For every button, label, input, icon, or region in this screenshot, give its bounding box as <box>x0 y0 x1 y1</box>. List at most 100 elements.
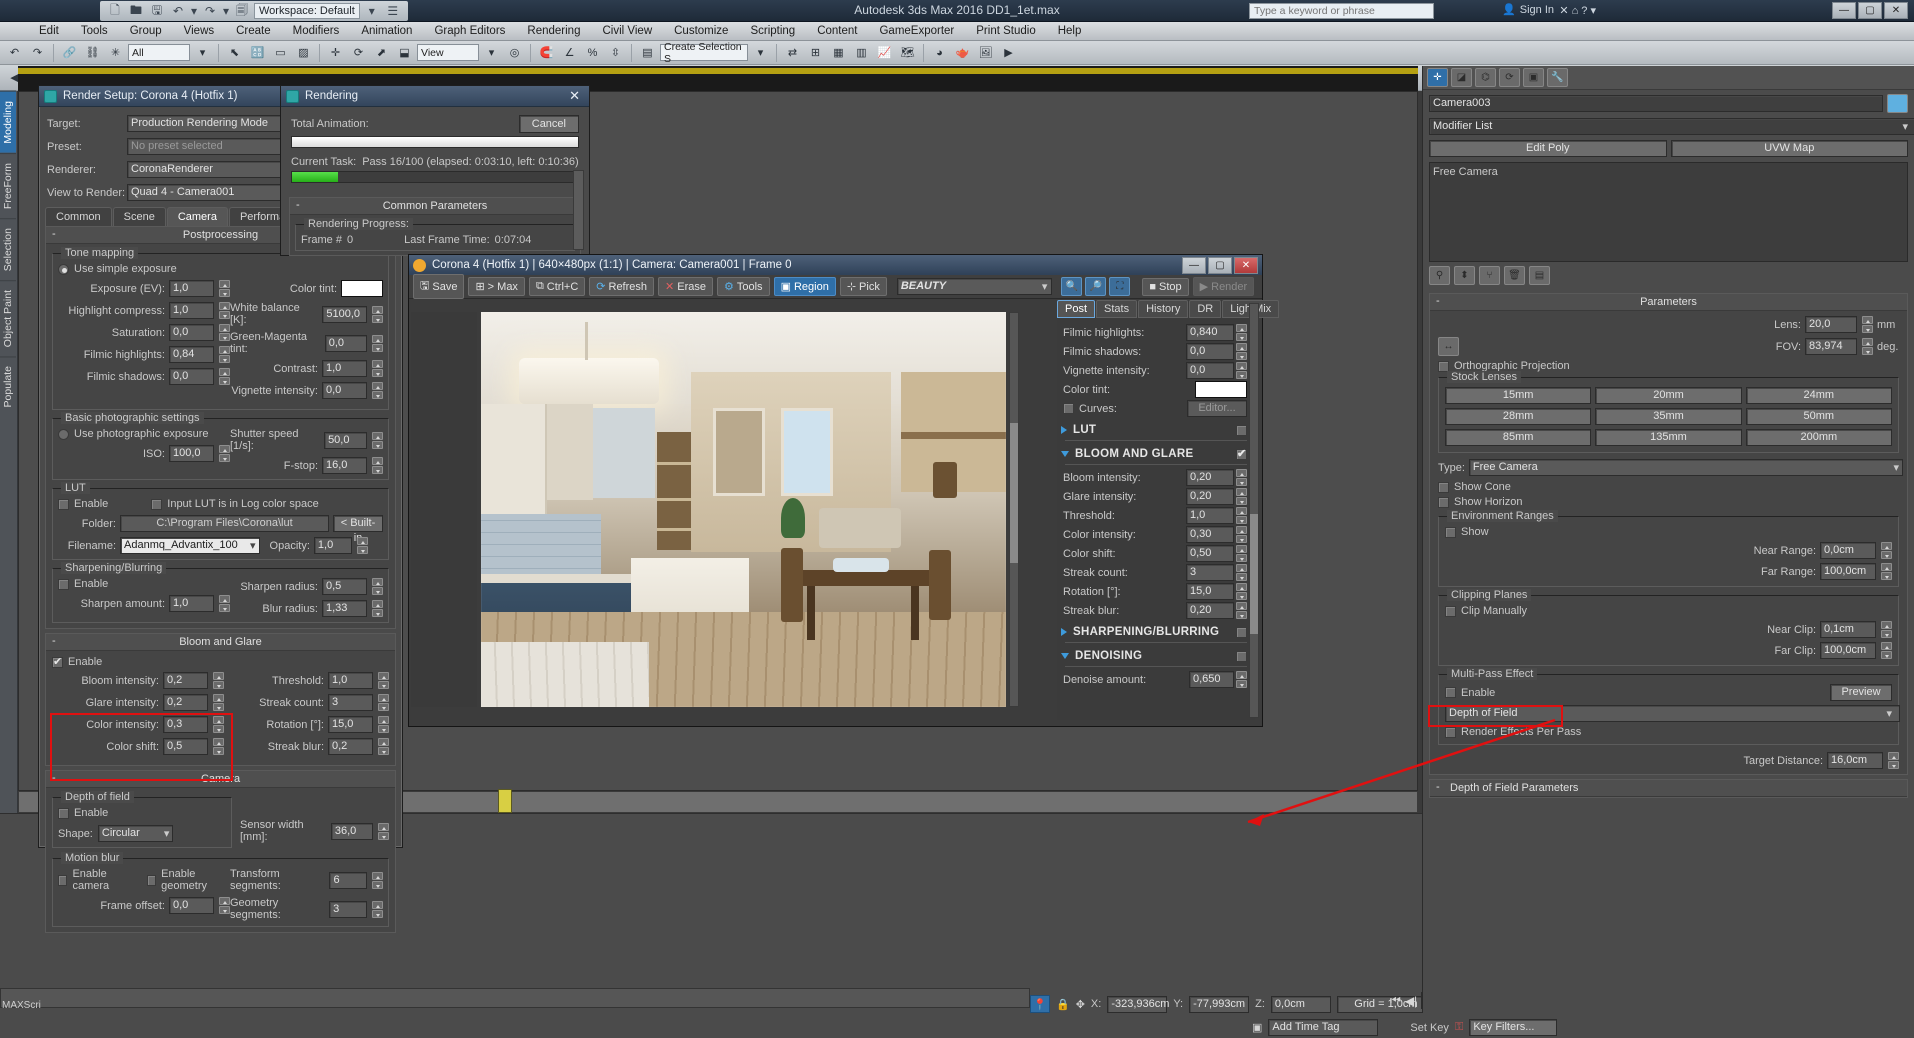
common-parameters-rollup[interactable]: - Common Parameters Rendering Progress: … <box>289 197 581 256</box>
project-folder-icon[interactable]: 🗐 <box>233 3 251 20</box>
env-show-checkbox[interactable] <box>1445 526 1456 538</box>
show-end-result-icon[interactable]: ⬍ <box>1454 266 1475 285</box>
vfb-titlebar[interactable]: Corona 4 (Hotfix 1) | 640×480px (1:1) | … <box>409 255 1262 275</box>
tm-filmic-highlights-spinner[interactable] <box>219 346 230 363</box>
lock-icon[interactable]: 🔒 <box>1056 998 1070 1011</box>
pin-stack-icon[interactable]: ⚲ <box>1429 266 1450 285</box>
sensor-width-field[interactable]: 36,0 <box>330 822 373 840</box>
vfb-lut-checkbox[interactable] <box>1236 424 1247 436</box>
sign-in-button[interactable]: 👤 Sign In <box>1502 3 1554 17</box>
collapse-icon[interactable]: - <box>52 228 56 240</box>
material-editor-icon[interactable]: ◕ <box>929 43 950 63</box>
far-range-spinner[interactable] <box>1881 563 1892 580</box>
vfb-copy-button[interactable]: ⧉ Ctrl+C <box>528 277 586 296</box>
named-selection-combo[interactable]: Create Selection S <box>660 41 748 65</box>
vfb-save-button[interactable]: 🖫 Save <box>413 274 465 299</box>
rotate-view-icon[interactable]: ▣ <box>1252 1021 1262 1034</box>
collapse-icon[interactable]: - <box>52 635 56 647</box>
near-clip-spinner[interactable] <box>1881 621 1892 638</box>
vfb-toolbar[interactable]: 🖫 Save ⊞ > Max ⧉ Ctrl+C ⟳ Refresh ✕ Eras… <box>409 274 1262 299</box>
menu-item-edit[interactable]: Edit <box>28 23 70 39</box>
mb-enable-geometry-checkbox[interactable] <box>146 874 157 886</box>
vfb-denoise-amount-spinner[interactable] <box>1236 671 1247 688</box>
vfb-lut-section-header[interactable]: LUT <box>1061 424 1255 436</box>
ribbon-toggle-icon[interactable]: ▥ <box>851 43 872 63</box>
bind-space-warp-icon[interactable]: ✳ <box>105 43 126 63</box>
undo-tool-icon[interactable]: ↶ <box>4 43 25 63</box>
bloom-glare-rollup-header[interactable]: - Bloom and Glare <box>46 634 395 651</box>
object-color-swatch[interactable] <box>1887 94 1908 113</box>
window-crossing-icon[interactable]: ▨ <box>293 43 314 63</box>
tm-green-magenta-tint-spinner[interactable] <box>372 334 383 352</box>
absolute-relative-icon[interactable]: ✥ <box>1076 998 1085 1011</box>
command-panel-tabs[interactable]: ✛ ◪ ⌬ ⟳ ▣ 🔧 <box>1423 66 1914 90</box>
menu-bar[interactable]: Edit Tools Group Views Create Modifiers Animat… <box>0 22 1914 41</box>
coord-dropdown-icon[interactable]: ▾ <box>481 43 502 63</box>
shutter-speed-spinner[interactable] <box>372 431 383 449</box>
rectangular-select-icon[interactable]: ▭ <box>270 43 291 63</box>
angle-snap-icon[interactable]: ∠ <box>559 43 580 63</box>
vfb-glare-intensity-spinner[interactable] <box>1236 488 1247 505</box>
sharpen-amount-spinner[interactable] <box>219 595 230 612</box>
frame-offset-field[interactable]: 0,0 <box>169 897 214 914</box>
select-by-name-icon[interactable]: 🔠 <box>247 43 268 63</box>
create-tab-icon[interactable]: ✛ <box>1427 68 1448 87</box>
z-field[interactable]: 0,0cm <box>1270 995 1331 1013</box>
multipass-effect-combo[interactable]: Depth of Field <box>1445 705 1901 722</box>
vfb-color-tint-swatch[interactable] <box>1195 381 1247 398</box>
near-range-spinner[interactable] <box>1881 542 1892 559</box>
tm-green-magenta-tint-field[interactable]: 0,0 <box>324 334 367 352</box>
blur-radius-field[interactable]: 1,33 <box>322 600 367 617</box>
redo-tool-icon[interactable]: ↷ <box>27 43 48 63</box>
render-setup-tab-scene[interactable]: Scene <box>112 207 166 226</box>
vfb-image-scrollbar[interactable] <box>1009 312 1019 707</box>
bg-bloom-intensity-field[interactable]: 0,2 <box>163 672 208 689</box>
bg-streak-count-spinner[interactable] <box>378 694 389 711</box>
select-scale-icon[interactable]: ⬈ <box>371 43 392 63</box>
hierarchy-tab-icon[interactable]: ⌬ <box>1475 68 1496 87</box>
left-ribbon-tabs[interactable]: Modeling FreeForm Selection Object Paint Pop… <box>0 91 18 851</box>
selection-filter-combo[interactable]: All <box>128 44 190 61</box>
postprocessing-rollup[interactable]: - Postprocessing Tone mapping Use simple… <box>45 226 396 629</box>
object-name-field[interactable]: Camera003 <box>1429 95 1883 112</box>
orthographic-projection-checkbox[interactable] <box>1438 360 1449 372</box>
selection-lock-toggle-icon[interactable]: 📍 <box>1030 995 1050 1013</box>
rendering-dialog-scrollbar[interactable] <box>573 170 584 250</box>
transform-segments-spinner[interactable] <box>372 871 383 889</box>
previous-frame-icon[interactable]: ◀| <box>1405 994 1417 1008</box>
pivot-center-icon[interactable]: ◎ <box>504 43 525 63</box>
use-photographic-exposure-radio[interactable] <box>58 428 69 440</box>
tm-filmic-highlights-field[interactable]: 0,84 <box>169 346 214 363</box>
multipass-enable-checkbox[interactable] <box>1445 687 1456 698</box>
vfb-bloom-checkbox[interactable] <box>1236 447 1247 460</box>
tm-saturation-field[interactable]: 0,0 <box>169 324 214 341</box>
menu-item-animation[interactable]: Animation <box>350 23 423 39</box>
quick-access-toolbar[interactable]: 🗋 🖿 🖫 ↶ ▾ ↷ ▾ 🗐 Workspace: Default ▾ ☰ <box>100 1 408 21</box>
snap-toggle-icon[interactable]: 🧲 <box>536 43 557 63</box>
remove-modifier-icon[interactable]: 🗑 <box>1504 266 1525 285</box>
spinner-snap-icon[interactable]: ⇳ <box>605 43 626 63</box>
vfb-tab-dr[interactable]: DR <box>1189 300 1222 318</box>
named-selection-dropdown-icon[interactable]: ▾ <box>750 43 771 63</box>
qat-overflow-icon[interactable]: ☰ <box>384 3 402 20</box>
vfb-bloom-section-header[interactable]: BLOOM AND GLARE <box>1061 447 1255 460</box>
key-mode-toggle-icon[interactable]: ⚿ <box>1455 1021 1463 1034</box>
select-object-icon[interactable]: ⬉ <box>224 43 245 63</box>
render-effects-per-pass-checkbox[interactable] <box>1445 726 1456 738</box>
frame-offset-spinner[interactable] <box>219 897 230 914</box>
search-input[interactable] <box>1249 3 1434 19</box>
show-cone-checkbox[interactable] <box>1438 481 1449 493</box>
close-button[interactable]: ✕ <box>1884 2 1908 19</box>
align-icon[interactable]: ⊞ <box>805 43 826 63</box>
vfb-color-intensity-spinner[interactable] <box>1236 526 1247 543</box>
tm-vignette-intensity-spinner[interactable] <box>372 382 383 399</box>
unlink-icon[interactable]: ⛓ <box>82 43 103 63</box>
far-range-field[interactable]: 100,0cm <box>1820 563 1876 580</box>
select-rotate-icon[interactable]: ⟳ <box>348 43 369 63</box>
add-time-tag[interactable]: Add Time Tag <box>1268 1019 1379 1036</box>
bg-streak-blur-field[interactable]: 0,2 <box>328 738 373 755</box>
vfb-tab-post[interactable]: Post <box>1057 300 1096 318</box>
dof-shape-combo[interactable]: Circular <box>97 825 173 842</box>
camera-parameters-rollup[interactable]: - Parameters Lens: 20,0 mm ↔ FOV: 83,974… <box>1429 293 1908 775</box>
vfb-pass-dropdown-icon[interactable]: ▾ <box>1042 280 1048 293</box>
